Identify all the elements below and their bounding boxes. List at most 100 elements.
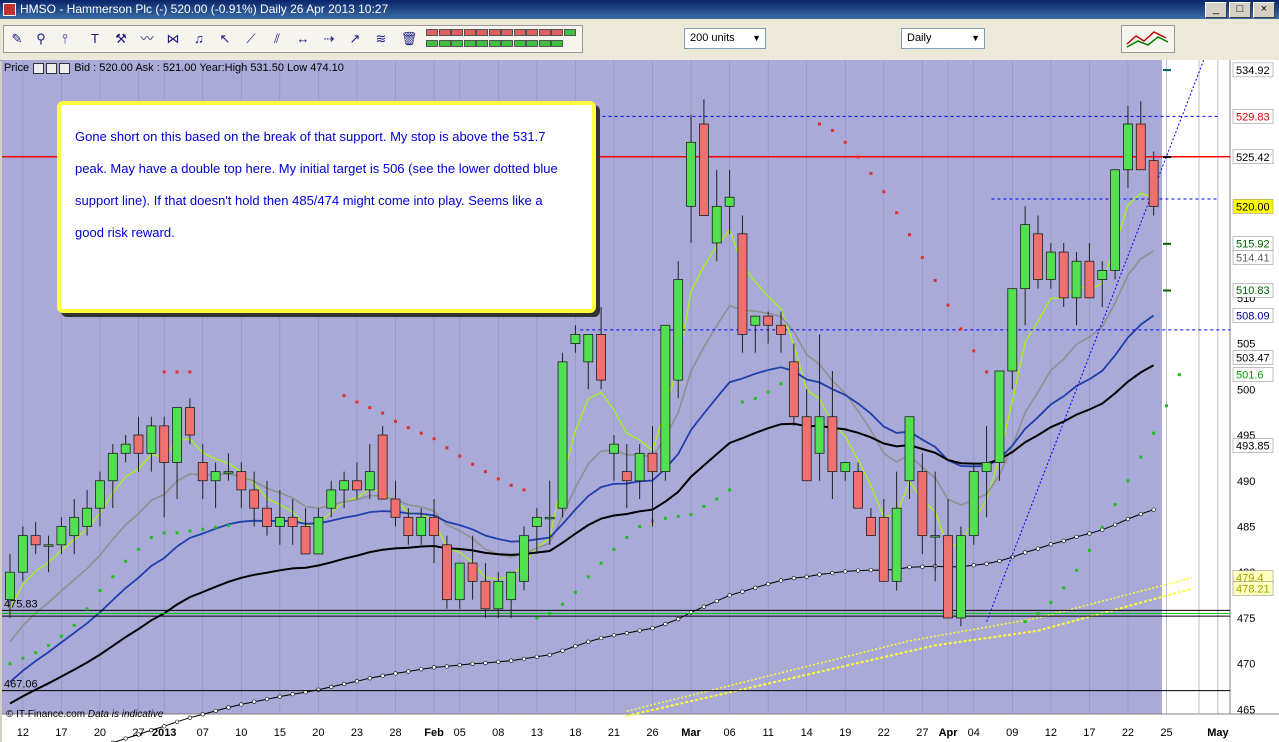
sar-dot-green	[214, 525, 218, 529]
ma-marker	[637, 628, 642, 633]
color-swatch[interactable]	[451, 29, 463, 36]
price-level-label: 525.42	[1236, 152, 1270, 164]
color-swatch[interactable]	[563, 29, 576, 36]
color-swatch[interactable]	[438, 40, 451, 47]
price-info-bar: Price Bid : 520.00 Ask : 521.00 Year:Hig…	[4, 62, 344, 76]
candle-body	[827, 416, 838, 473]
color-swatch[interactable]	[501, 40, 513, 47]
price-level-label: 493.85	[1236, 441, 1270, 453]
x-tick-label: 25	[1160, 727, 1172, 739]
x-tick-label: 12	[1045, 727, 1057, 739]
period-dropdown[interactable]: Daily ▼	[901, 28, 985, 49]
candle	[519, 526, 529, 591]
units-dropdown[interactable]: 200 units ▼	[684, 28, 766, 49]
minimize-button[interactable]: _	[1205, 2, 1227, 18]
ma-marker	[444, 664, 450, 669]
sar-dot-green	[702, 504, 706, 508]
ma-marker	[766, 581, 771, 587]
text-tool-icon[interactable]: T	[86, 30, 104, 48]
pencil-icon[interactable]: ✎	[8, 30, 26, 48]
chart-style-button[interactable]	[1121, 25, 1175, 53]
x-tick-label: 05	[454, 727, 466, 739]
color-swatch[interactable]	[551, 40, 563, 47]
color-swatch[interactable]	[463, 40, 476, 47]
sar-dot-green	[149, 535, 153, 539]
candle-body	[1123, 123, 1133, 171]
maximize-button[interactable]: □	[1229, 2, 1251, 18]
sar-dot-green	[98, 589, 102, 593]
sar-dot-green	[137, 547, 140, 551]
fibonacci-icon[interactable]: ≋	[372, 30, 390, 48]
ma-marker	[843, 569, 848, 574]
sar-dot-green	[753, 396, 757, 400]
ma-marker	[855, 568, 861, 573]
sar-dot-green	[586, 575, 590, 579]
candle-body	[390, 498, 401, 518]
close-button[interactable]: ×	[1253, 2, 1275, 18]
annotation-note[interactable]: Gone short on this based on the break of…	[57, 101, 596, 313]
candle-body	[801, 416, 812, 482]
tools-icon[interactable]: ⚒	[112, 30, 130, 48]
color-swatch[interactable]	[438, 29, 451, 36]
x-tick-label: 09	[1006, 727, 1018, 739]
ma-marker	[727, 593, 732, 598]
candle-body	[1058, 251, 1069, 299]
trash-icon[interactable]: 🗑	[400, 30, 418, 48]
color-swatch[interactable]	[513, 40, 526, 47]
color-swatch[interactable]	[526, 29, 538, 36]
ma-marker	[573, 644, 578, 649]
color-swatch[interactable]	[476, 40, 488, 47]
ma-marker	[277, 694, 282, 699]
ma-marker	[123, 736, 128, 741]
diagonal-arrow-icon[interactable]: ↗	[346, 30, 364, 48]
candle-body	[699, 123, 709, 216]
sar-dot-green	[663, 516, 667, 520]
candle-body	[236, 471, 247, 491]
chart-line-icon[interactable]: 〰	[138, 30, 156, 48]
color-swatch[interactable]	[476, 29, 488, 36]
y-tick-label: 500	[1237, 384, 1255, 396]
color-swatch[interactable]	[426, 29, 438, 36]
magnifier-icon[interactable]: ⚲	[32, 30, 50, 48]
close-icon[interactable]	[59, 62, 71, 74]
candle-body	[441, 544, 452, 601]
color-swatch[interactable]	[488, 40, 501, 47]
arrow-line-icon[interactable]: ⇢	[320, 30, 338, 48]
x-tick-label: 28	[389, 727, 401, 739]
ma-marker	[586, 639, 591, 644]
candle-body	[223, 471, 234, 474]
candle-body	[146, 425, 157, 454]
candle-body	[56, 526, 67, 546]
color-swatch[interactable]	[538, 40, 551, 47]
cursor-line-icon[interactable]: ⫯	[56, 30, 74, 48]
trendline-icon[interactable]: ⟋	[242, 30, 260, 48]
chart-arrows-icon[interactable]: ⋈	[164, 30, 182, 48]
disclaimer-label: Data is indicative	[87, 709, 164, 720]
color-swatch[interactable]	[513, 29, 526, 36]
color-swatch[interactable]	[463, 29, 476, 36]
candle-body	[300, 526, 311, 555]
ma-marker	[701, 604, 707, 609]
x-tick-label: 07	[197, 727, 209, 739]
color-swatch[interactable]	[538, 29, 551, 36]
color-swatch[interactable]	[426, 40, 438, 47]
color-swatch[interactable]	[526, 40, 538, 47]
color-swatch[interactable]	[488, 29, 501, 36]
candle-body	[1084, 260, 1095, 299]
horizontal-line-icon[interactable]: ↔	[294, 30, 312, 48]
candle	[1058, 242, 1069, 307]
color-swatch[interactable]	[501, 29, 513, 36]
sar-dot-green	[1023, 620, 1027, 624]
arrow-pointer-icon[interactable]: ↖	[216, 30, 234, 48]
bell-icon[interactable]: ♫	[190, 30, 208, 48]
ma-marker	[521, 656, 527, 661]
color-swatch[interactable]	[451, 40, 463, 47]
settings-icon[interactable]	[33, 62, 45, 74]
ma-marker	[650, 626, 655, 631]
x-tick-label: 17	[55, 727, 67, 739]
ma-marker	[367, 676, 372, 681]
parallel-lines-icon[interactable]: ⫽	[268, 30, 286, 48]
color-swatch[interactable]	[551, 29, 563, 36]
copy-icon[interactable]	[46, 62, 58, 74]
sar-dot-green	[85, 607, 89, 611]
